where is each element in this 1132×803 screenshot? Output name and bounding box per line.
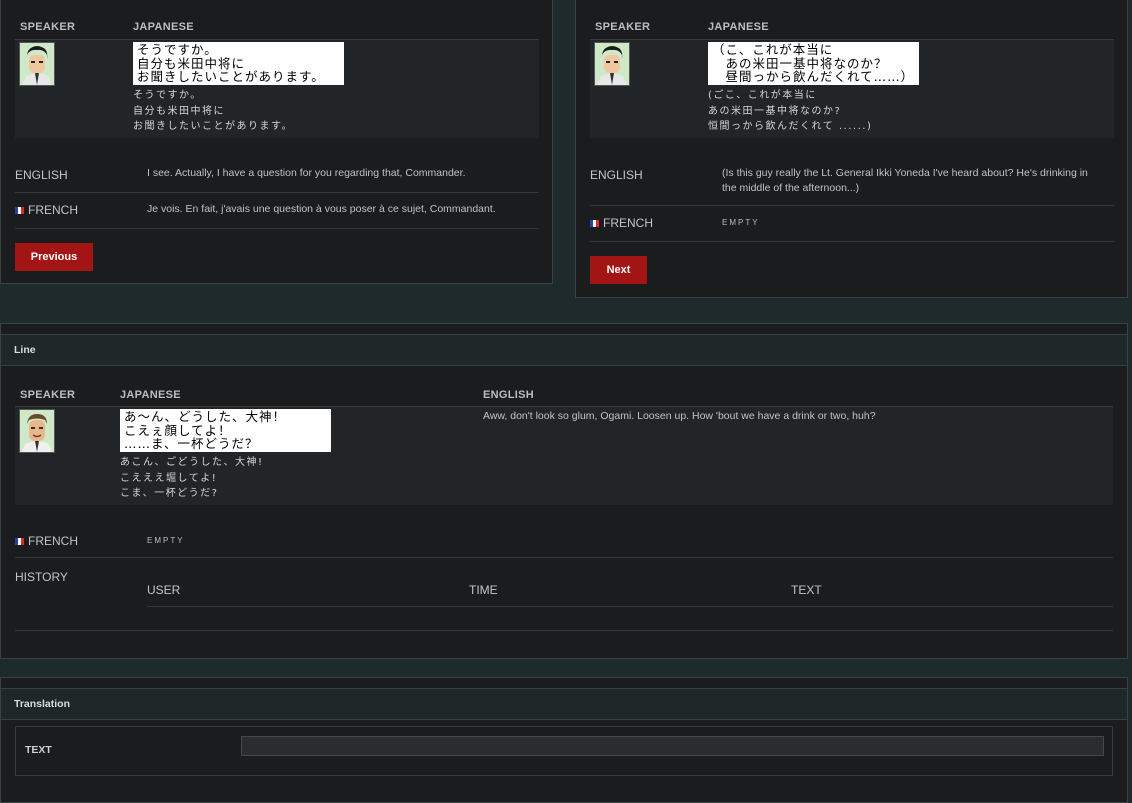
- english-value: Aww, don't look so glum, Ogami. Loosen u…: [483, 410, 876, 422]
- translation-section-title: Translation: [14, 698, 71, 710]
- japanese-header: JAPANESE: [120, 389, 181, 401]
- translation-section: Translation TEXT: [0, 677, 1128, 803]
- japanese-text: (ごこ、これが本当に あの米田一基中将なのか? 恒間っから飲んだくれて ....…: [708, 90, 873, 132]
- french-label: FRENCH: [15, 534, 78, 548]
- line-section-header: Line: [1, 334, 1127, 366]
- divider: [590, 205, 1114, 206]
- speaker-header: SPEAKER: [20, 21, 76, 33]
- french-empty-value: EMPTY: [147, 536, 185, 545]
- next-line-card: SPEAKER JAPANESE （こ、これが本当に あの米田一基中将なのか？ …: [575, 0, 1128, 298]
- french-label-text: FRENCH: [603, 216, 653, 230]
- officer-avatar-icon: [19, 42, 55, 86]
- france-flag-icon: [15, 538, 24, 545]
- english-header: ENGLISH: [483, 389, 534, 401]
- divider: [590, 241, 1114, 242]
- divider: [15, 192, 539, 193]
- japanese-text-image: あ～ん、どうした、大神！ こえぇ顔してよ！ ……ま、一杯どうだ？: [120, 409, 331, 452]
- french-label-text: FRENCH: [28, 203, 78, 217]
- japanese-text-image: （こ、これが本当に あの米田一基中将なのか？ 昼間っから飲んだくれて……）: [708, 42, 919, 85]
- history-label: HISTORY: [15, 570, 68, 584]
- translation-form: TEXT: [15, 726, 1113, 776]
- previous-button[interactable]: Previous: [15, 243, 93, 271]
- japanese-header: JAPANESE: [133, 21, 194, 33]
- general-avatar-icon: [19, 409, 55, 453]
- french-label: FRENCH: [590, 216, 653, 230]
- translation-section-header: Translation: [1, 688, 1127, 720]
- france-flag-icon: [15, 207, 24, 214]
- french-label: FRENCH: [15, 203, 78, 217]
- history-col-user: USER: [147, 583, 181, 597]
- line-section: Line SPEAKER JAPANESE ENGLISH あ～ん、どうした、大…: [0, 323, 1128, 659]
- text-label: TEXT: [25, 744, 52, 756]
- france-flag-icon: [590, 220, 599, 227]
- french-value: Je vois. En fait, j'avais une question à…: [147, 203, 496, 215]
- english-label: ENGLISH: [15, 168, 68, 182]
- history-header-divider: [147, 606, 1113, 607]
- english-value: (Is this guy really the Lt. General Ikki…: [722, 167, 1088, 194]
- divider: [15, 630, 1113, 631]
- speaker-header: SPEAKER: [595, 21, 651, 33]
- history-col-text: TEXT: [791, 583, 822, 597]
- english-label: ENGLISH: [590, 168, 643, 182]
- translation-text-input[interactable]: [241, 736, 1104, 756]
- officer-avatar-icon: [594, 42, 630, 86]
- line-section-title: Line: [14, 344, 36, 356]
- history-col-time: TIME: [469, 583, 498, 597]
- previous-line-card: SPEAKER JAPANESE そうですか。 自分も米田中将に お聞きしたいこ…: [0, 0, 553, 284]
- japanese-text-image: そうですか。 自分も米田中将に お聞きしたいことがあります。: [133, 42, 344, 85]
- japanese-header: JAPANESE: [708, 21, 769, 33]
- speaker-header: SPEAKER: [20, 389, 76, 401]
- japanese-text: あこん、ごどうした、大神! こえええ堀してよ! こま、一杯どうだ?: [120, 457, 264, 499]
- divider: [15, 228, 539, 229]
- french-label-text: FRENCH: [28, 534, 78, 548]
- french-empty-value: EMPTY: [722, 218, 760, 227]
- japanese-text: そうですか。 自分も米田中将に お聞きしたいことがあります。: [133, 90, 293, 132]
- divider: [15, 557, 1113, 558]
- english-value: I see. Actually, I have a question for y…: [147, 167, 466, 179]
- next-button[interactable]: Next: [590, 256, 647, 284]
